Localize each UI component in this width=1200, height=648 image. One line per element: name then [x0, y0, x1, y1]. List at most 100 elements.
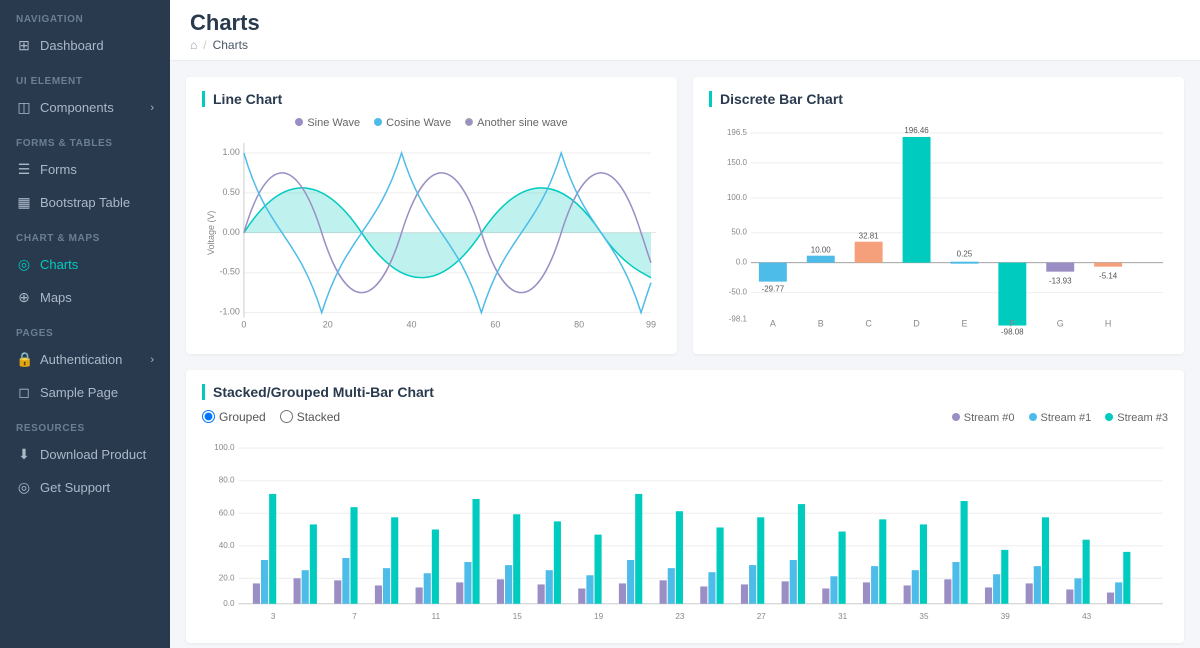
svg-text:1.00: 1.00 — [222, 147, 239, 157]
grouped-radio[interactable]: Grouped — [202, 410, 266, 424]
svg-text:-5.14: -5.14 — [1099, 272, 1118, 281]
svg-text:50.0: 50.0 — [731, 228, 747, 237]
svg-text:C: C — [865, 319, 872, 329]
multibar-legend: Stream #0 Stream #1 Stream #3 — [952, 412, 1168, 424]
svg-text:15: 15 — [513, 612, 523, 621]
svg-text:40.0: 40.0 — [219, 540, 235, 549]
svg-text:B: B — [818, 319, 824, 329]
svg-text:35: 35 — [919, 612, 929, 621]
svg-text:-1.00: -1.00 — [219, 307, 239, 317]
svg-text:39: 39 — [1001, 612, 1011, 621]
svg-text:150.0: 150.0 — [727, 158, 748, 167]
svg-text:19: 19 — [594, 612, 604, 621]
line-chart-card: Line Chart Sine Wave Cosine Wave Another… — [186, 77, 677, 354]
svg-text:60.0: 60.0 — [219, 508, 235, 517]
svg-text:A: A — [770, 319, 776, 329]
sidebar-item-authentication[interactable]: 🔒 Authentication › — [0, 343, 170, 376]
table-icon: ▦ — [16, 194, 32, 211]
components-icon: ◫ — [16, 99, 32, 116]
svg-text:0.50: 0.50 — [222, 187, 239, 197]
nav-section-ui: UI ELEMENT — [0, 62, 170, 91]
multibar-chart-card: Stacked/Grouped Multi-Bar Chart Grouped … — [186, 370, 1184, 643]
bar-h — [1094, 263, 1122, 267]
svg-text:-98.08: -98.08 — [1001, 328, 1024, 337]
nav-section-pages: PAGES — [0, 314, 170, 343]
bar-b — [807, 256, 835, 263]
svg-text:11: 11 — [432, 612, 441, 621]
sidebar-item-sample-page[interactable]: ◻ Sample Page — [0, 376, 170, 409]
svg-text:3: 3 — [271, 612, 276, 621]
support-icon: ◎ — [16, 479, 32, 496]
line-chart-title: Line Chart — [202, 91, 661, 107]
charts-icon: ◎ — [16, 256, 32, 273]
nav-section-resources: RESOURCES — [0, 409, 170, 438]
stacked-radio[interactable]: Stacked — [280, 410, 340, 424]
sidebar-item-dashboard[interactable]: ⊞ Dashboard — [0, 29, 170, 62]
content-area: Line Chart Sine Wave Cosine Wave Another… — [170, 61, 1200, 648]
line-chart-svg: Voltage (V) 1.00 0.50 0.00 -0.50 -1.00 — [202, 133, 661, 333]
bar-c — [855, 242, 883, 263]
dashboard-icon: ⊞ — [16, 37, 32, 54]
sidebar-item-forms[interactable]: ☰ Forms — [0, 153, 170, 186]
breadcrumb: ⌂ / Charts — [190, 38, 1180, 52]
legend-sine: Sine Wave — [295, 117, 360, 129]
svg-text:-98.1: -98.1 — [729, 315, 748, 324]
bar-e — [950, 262, 978, 264]
svg-text:196.46: 196.46 — [904, 126, 929, 135]
svg-text:H: H — [1105, 319, 1111, 329]
discrete-bar-chart-card: Discrete Bar Chart 196.5 150.0 100.0 50.… — [693, 77, 1184, 354]
sidebar-item-charts[interactable]: ◎ Charts — [0, 248, 170, 281]
nav-section-navigation: NAVIGATION — [0, 0, 170, 29]
bar-d — [903, 137, 931, 263]
sidebar-item-bootstrap-table[interactable]: ▦ Bootstrap Table — [0, 186, 170, 219]
multibar-chart-title: Stacked/Grouped Multi-Bar Chart — [202, 384, 1168, 400]
discrete-bar-chart-container: 196.5 150.0 100.0 50.0 0.0 -50.0 -98.1 — [709, 117, 1168, 340]
svg-text:10.00: 10.00 — [811, 246, 832, 255]
svg-text:32.81: 32.81 — [859, 232, 880, 241]
svg-text:31: 31 — [838, 612, 848, 621]
main-content: Charts ⌂ / Charts Line Chart Sine Wave C… — [170, 0, 1200, 648]
svg-text:-29.77: -29.77 — [762, 285, 785, 294]
chart-mode-radio-group: Grouped Stacked — [202, 410, 340, 424]
line-chart-legend: Sine Wave Cosine Wave Another sine wave — [202, 117, 661, 129]
breadcrumb-home-icon[interactable]: ⌂ — [190, 38, 197, 52]
svg-text:20: 20 — [323, 320, 333, 330]
svg-text:0.00: 0.00 — [222, 227, 239, 237]
lock-icon: 🔒 — [16, 351, 32, 368]
bar-g — [1046, 263, 1074, 272]
download-icon: ⬇ — [16, 446, 32, 463]
svg-text:0.0: 0.0 — [223, 598, 235, 607]
svg-text:-13.93: -13.93 — [1049, 277, 1072, 286]
svg-text:80.0: 80.0 — [219, 475, 235, 484]
svg-text:60: 60 — [490, 320, 500, 330]
svg-text:-0.50: -0.50 — [219, 267, 239, 277]
svg-text:80: 80 — [574, 320, 584, 330]
sidebar: NAVIGATION ⊞ Dashboard UI ELEMENT ◫ Comp… — [0, 0, 170, 648]
nav-section-chart: CHART & MAPS — [0, 219, 170, 248]
svg-text:40: 40 — [407, 320, 417, 330]
legend-cosine: Cosine Wave — [374, 117, 451, 129]
svg-text:-50.0: -50.0 — [729, 288, 748, 297]
bar-f — [998, 263, 1026, 326]
sidebar-item-components[interactable]: ◫ Components › — [0, 91, 170, 124]
discrete-bar-chart-title: Discrete Bar Chart — [709, 91, 1168, 107]
svg-text:23: 23 — [675, 612, 685, 621]
sidebar-item-download[interactable]: ⬇ Download Product — [0, 438, 170, 471]
legend-stream1: Stream #1 — [1029, 412, 1092, 424]
page-header: Charts ⌂ / Charts — [170, 0, 1200, 61]
breadcrumb-separator: / — [203, 38, 206, 52]
sidebar-item-maps[interactable]: ⊕ Maps — [0, 281, 170, 314]
svg-text:43: 43 — [1082, 612, 1092, 621]
nav-section-forms: FORMS & TABLES — [0, 124, 170, 153]
svg-text:100.0: 100.0 — [727, 193, 748, 202]
svg-text:27: 27 — [757, 612, 767, 621]
breadcrumb-current: Charts — [213, 38, 248, 52]
svg-text:0: 0 — [241, 320, 246, 330]
forms-icon: ☰ — [16, 161, 32, 178]
sidebar-item-support[interactable]: ◎ Get Support — [0, 471, 170, 504]
chevron-right-icon-2: › — [150, 354, 154, 366]
svg-text:Voltage (V): Voltage (V) — [206, 211, 216, 255]
legend-another: Another sine wave — [465, 117, 568, 129]
page-icon: ◻ — [16, 384, 32, 401]
svg-text:0.0: 0.0 — [736, 258, 748, 267]
